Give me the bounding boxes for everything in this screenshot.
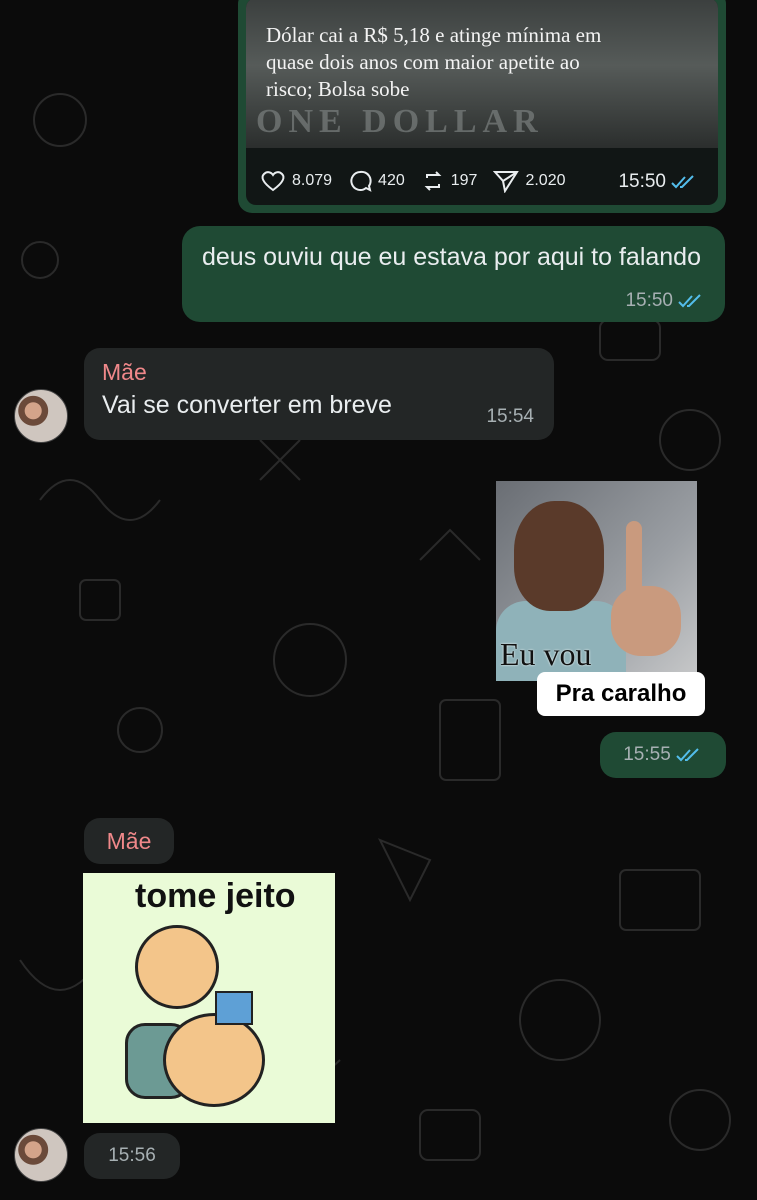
send-icon xyxy=(493,171,520,193)
reposts-count: 197 xyxy=(450,172,478,189)
sender-name: Mãe xyxy=(106,828,152,854)
comment-icon xyxy=(350,170,372,192)
avatar[interactable] xyxy=(14,1128,68,1182)
comments-stat: 420 xyxy=(348,169,405,193)
sticker-image[interactable]: Eu vou xyxy=(496,481,697,681)
sticker-caption: tome jeito xyxy=(135,877,296,915)
sender-name[interactable]: Mãe xyxy=(102,358,536,386)
sticker-head-top xyxy=(135,925,219,1009)
sticker-face xyxy=(514,501,604,611)
sticker-head-bottom xyxy=(163,1013,265,1107)
post-card[interactable]: ONE DOLLAR Dólar cai a R$ 5,18 e atinge … xyxy=(246,0,718,205)
sticker-hand xyxy=(611,586,681,656)
sender-pill[interactable]: Mãe xyxy=(84,818,174,864)
read-ticks-icon xyxy=(676,748,699,762)
likes-stat: 8.079 xyxy=(260,170,332,192)
reposts-stat: 197 xyxy=(421,169,478,193)
message-text: Vai se converter em breve xyxy=(102,391,392,419)
post-image: ONE DOLLAR Dólar cai a R$ 5,18 e atinge … xyxy=(246,0,718,148)
message-timestamp: 15:50 xyxy=(625,290,705,312)
heart-icon xyxy=(261,171,285,192)
incoming-message[interactable]: Mãe Vai se converter em breve 15:54 xyxy=(84,348,554,440)
forwarded-post-bubble[interactable]: ONE DOLLAR Dólar cai a R$ 5,18 e atinge … xyxy=(238,0,726,213)
comments-count: 420 xyxy=(378,172,405,189)
repost-icon xyxy=(424,171,442,191)
sticker-finger xyxy=(626,521,642,601)
sticker-timestamp: 15:55 xyxy=(600,732,726,778)
sticker-timestamp: 15:56 xyxy=(84,1133,180,1179)
outgoing-message[interactable]: deus ouviu que eu estava por aqui to fal… xyxy=(182,226,725,322)
read-ticks-icon xyxy=(678,294,701,308)
message-text: deus ouviu que eu estava por aqui to fal… xyxy=(202,243,701,271)
sticker-time-text: 15:56 xyxy=(108,1145,156,1166)
shares-stat: 2.020 xyxy=(493,169,566,193)
post-headline: Dólar cai a R$ 5,18 e atinge mínima em q… xyxy=(266,23,602,101)
sticker-time-text: 15:55 xyxy=(623,744,671,765)
read-ticks-icon xyxy=(671,175,694,189)
sticker-overlay-text: Eu vou xyxy=(500,636,592,672)
avatar[interactable] xyxy=(14,389,68,443)
message-time-text: 15:50 xyxy=(625,290,673,311)
sticker-shirt xyxy=(215,991,253,1025)
card-time-text: 15:50 xyxy=(618,171,666,192)
card-timestamp: 15:50 xyxy=(618,171,698,193)
bill-text: ONE DOLLAR xyxy=(256,103,544,140)
sticker-label: Pra caralho xyxy=(537,672,705,716)
message-timestamp: 15:54 xyxy=(486,406,534,427)
sticker-image[interactable]: tome jeito xyxy=(83,873,335,1123)
shares-count: 2.020 xyxy=(525,172,566,189)
likes-count: 8.079 xyxy=(292,172,333,189)
